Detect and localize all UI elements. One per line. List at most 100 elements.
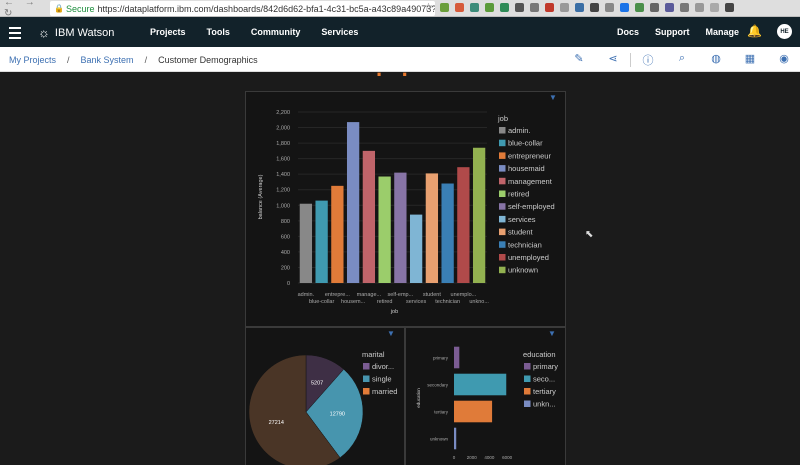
legend-swatch	[499, 177, 506, 185]
extension-icon[interactable]	[470, 3, 479, 12]
nav-link-docs[interactable]: Docs	[617, 27, 639, 37]
x-tick-label: unemplo...	[451, 292, 477, 298]
browser-extensions[interactable]	[440, 3, 734, 12]
y-tick-label: 1,200	[276, 188, 290, 194]
nav-link-community[interactable]: Community	[251, 27, 301, 37]
breadcrumb-my-projects[interactable]: My Projects	[9, 55, 56, 65]
education-bar-chart-panel[interactable]: ▼ primary secondary tertiary unknown 0 2000 40…	[405, 327, 566, 465]
extension-icon[interactable]	[635, 3, 644, 12]
legend-label: unkn...	[533, 400, 556, 409]
address-bar[interactable]: 🔒 Secure https://dataplatform.ibm.com/da…	[50, 1, 435, 16]
extension-icon[interactable]	[665, 3, 674, 12]
dashboard-toolbar: ✎ ⋖ ⓘ ⌕ ◍ ▦ ◉	[562, 52, 800, 68]
bar-tertiary	[454, 400, 493, 423]
x-tick-label: 2000	[467, 455, 478, 460]
x-tick-label: entrepre...	[325, 292, 351, 298]
legend-swatch	[499, 203, 506, 210]
x-tick-label: 0	[453, 455, 456, 460]
x-tick-label: technician	[435, 299, 460, 305]
extension-icon[interactable]	[440, 3, 449, 12]
extension-icon[interactable]	[515, 3, 524, 12]
bar-student	[425, 173, 439, 283]
legend-swatch	[499, 228, 506, 236]
extension-icon[interactable]	[575, 3, 584, 12]
compass-icon[interactable]: ◉	[767, 52, 800, 68]
menu-icon[interactable]	[9, 27, 21, 42]
x-tick-label: housem...	[341, 299, 366, 305]
x-tick-label: manage...	[357, 292, 382, 298]
notifications-bell-icon[interactable]: 🔔	[747, 24, 762, 38]
pie-slice-label: 27214	[269, 420, 284, 426]
extension-icon[interactable]	[620, 3, 629, 12]
extension-icon[interactable]	[710, 3, 719, 12]
info-icon[interactable]: ⓘ	[631, 52, 665, 68]
extension-icon[interactable]	[650, 3, 659, 12]
extension-icon[interactable]	[485, 3, 494, 12]
edit-pencil-icon[interactable]: ✎	[562, 52, 596, 68]
nav-link-tools[interactable]: Tools	[207, 27, 230, 37]
bookmark-star-icon[interactable]: ☆	[424, 2, 433, 13]
dashboard-canvas: · · ▼ 0 200 400 600 800 1,000 1,200 1,400 1,600 1…	[0, 62, 800, 465]
legend-title: education	[523, 350, 556, 359]
marital-pie-chart-panel[interactable]: ▼ 5207 12790 27214 marital divor... single mar…	[245, 327, 405, 465]
legend-swatch	[499, 127, 506, 134]
main-nav: Projects Tools Community Services	[150, 27, 358, 37]
breadcrumb-separator: /	[67, 55, 70, 65]
filter-icon[interactable]: ▼	[387, 329, 395, 338]
extension-icon[interactable]	[500, 3, 509, 12]
filter-icon[interactable]: ▼	[549, 93, 557, 102]
extension-icon[interactable]	[530, 3, 539, 12]
secondary-nav: Docs Support Manage	[617, 27, 739, 37]
legend-swatch	[524, 375, 531, 382]
breadcrumb-separator: /	[144, 55, 148, 65]
balance-by-job-chart-panel[interactable]: ▼ 0 200 400 600 800 1,000 1,200 1,400 1,600 1,800…	[245, 91, 566, 327]
nav-link-projects[interactable]: Projects	[150, 27, 186, 37]
user-avatar[interactable]: HE	[777, 24, 792, 39]
theme-icon[interactable]: ◍	[699, 52, 733, 68]
bar-self-employed	[394, 172, 407, 283]
x-tick-label: blue-collar	[309, 299, 335, 305]
layout-icon[interactable]: ▦	[733, 52, 767, 68]
mouse-cursor-icon: ⬉	[585, 229, 594, 240]
legend-label: divor...	[372, 362, 394, 371]
top-navbar: ☼ IBM Watson Projects Tools Community Se…	[0, 17, 800, 47]
filter-icon[interactable]: ▼	[548, 329, 556, 338]
extension-icon[interactable]	[560, 3, 569, 12]
legend-label: unemployed	[508, 253, 549, 262]
explore-icon[interactable]: ⌕	[665, 52, 699, 68]
extension-icon[interactable]	[605, 3, 614, 12]
extension-icon[interactable]	[680, 3, 689, 12]
legend-label: housemaid	[508, 164, 545, 173]
bar-technician	[441, 183, 454, 283]
legend-swatch	[524, 363, 531, 370]
y-tick-label: 2,200	[276, 110, 290, 116]
bar-services	[409, 214, 423, 283]
legend-swatch	[363, 363, 370, 370]
legend-label: services	[508, 215, 536, 224]
legend-label: retired	[508, 190, 529, 199]
bar-blue-collar	[315, 200, 328, 283]
bar-entrepreneur	[331, 185, 344, 283]
browser-toolbar: ← → ↻ 🔒 Secure https://dataplatform.ibm.…	[0, 0, 800, 19]
marital-pie-chart: 5207 12790 27214 marital divor... single marri…	[248, 350, 397, 465]
breadcrumb-current: Customer Demographics	[158, 55, 258, 65]
share-icon[interactable]: ⋖	[596, 52, 630, 68]
extension-icon[interactable]	[455, 3, 464, 12]
nav-link-manage[interactable]: Manage	[706, 27, 740, 37]
x-tick-label: 4000	[484, 455, 495, 460]
bar-admin	[299, 203, 313, 283]
y-tick-label: 1,000	[276, 203, 290, 209]
extension-icon[interactable]	[590, 3, 599, 12]
legend-label: self-employed	[508, 202, 555, 211]
bar-management	[362, 150, 376, 283]
nav-link-support[interactable]: Support	[655, 27, 690, 37]
extension-icon[interactable]	[725, 3, 734, 12]
watson-icon: ☼	[38, 25, 50, 40]
extension-icon[interactable]	[545, 3, 554, 12]
brand-logo[interactable]: ☼ IBM Watson	[38, 25, 114, 40]
nav-link-services[interactable]: Services	[321, 27, 358, 37]
extension-icon[interactable]	[695, 3, 704, 12]
legend-title: marital	[362, 350, 385, 359]
legend-swatch	[499, 254, 506, 261]
breadcrumb-bank-system[interactable]: Bank System	[81, 55, 134, 65]
